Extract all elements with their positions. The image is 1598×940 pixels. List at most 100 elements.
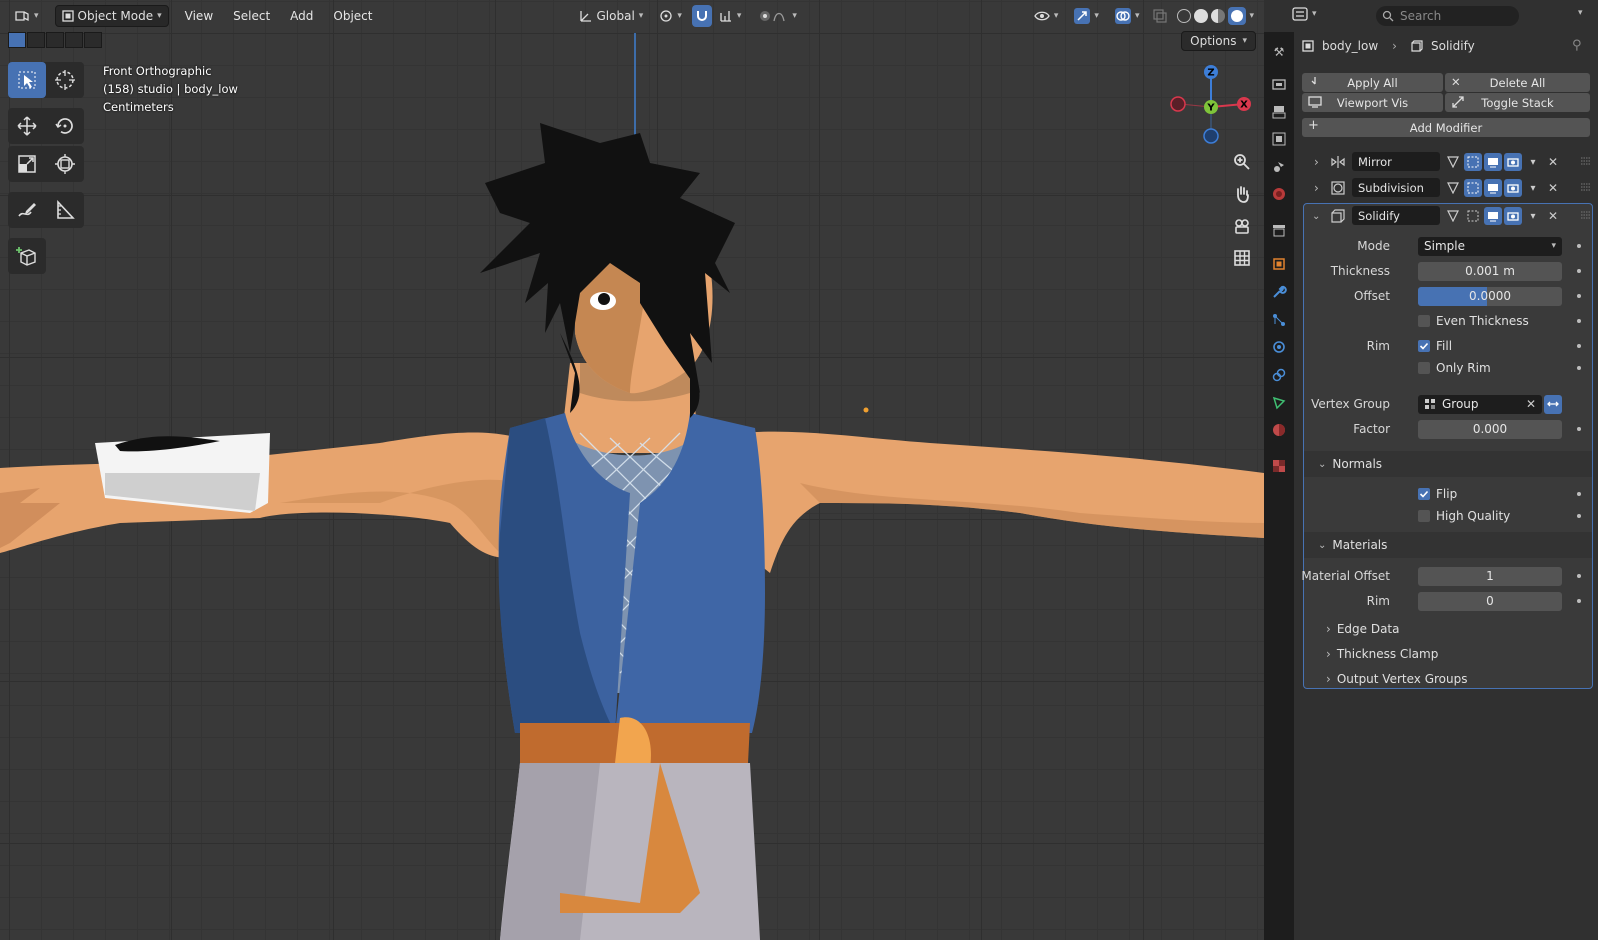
menu-object[interactable]: Object (325, 5, 380, 27)
toggle-stack-button[interactable]: Toggle Stack (1445, 93, 1590, 112)
keyframe-dot[interactable] (1577, 514, 1581, 518)
view-layer-tab-icon[interactable] (1269, 129, 1289, 149)
edit-mode-icon[interactable] (1464, 153, 1482, 171)
material-offset-field[interactable]: 1 (1418, 566, 1562, 586)
modifier-mirror-header[interactable]: › Mirror ▾ ✕ (1304, 150, 1591, 174)
rendered-shading-icon[interactable] (1228, 7, 1247, 25)
solid-shading-icon[interactable] (1194, 9, 1209, 23)
keyframe-dot[interactable] (1577, 344, 1581, 348)
keyframe-dot[interactable] (1577, 427, 1581, 431)
object-mode-dropdown[interactable]: Object Mode ▾ (54, 5, 169, 27)
viewport-vis-button[interactable]: Viewport Vis (1302, 93, 1443, 112)
keyframe-dot[interactable] (1577, 319, 1581, 323)
delete-all-button[interactable]: ✕ Delete All (1445, 73, 1590, 92)
select-extend-mode[interactable] (27, 32, 45, 48)
factor-field[interactable]: 0.000 (1418, 419, 1562, 439)
subdivision-name-field[interactable]: Subdivision (1352, 178, 1440, 197)
menu-add[interactable]: Add (282, 5, 321, 27)
modifier-solidify-header[interactable]: ⌄ Solidify ▾ ✕ (1304, 204, 1591, 228)
chevron-down-icon[interactable]: ▾ (1524, 179, 1542, 197)
character-model[interactable] (0, 33, 1264, 940)
even-thickness-checkbox[interactable] (1418, 315, 1430, 327)
drag-handle-icon[interactable] (1581, 210, 1591, 220)
wireframe-shading-icon[interactable] (1177, 9, 1192, 23)
menu-select[interactable]: Select (225, 5, 278, 27)
world-tab-icon[interactable] (1269, 184, 1289, 204)
xray-toggle[interactable] (1149, 5, 1171, 27)
measure-tool[interactable] (46, 192, 84, 228)
transform-orientation-dropdown[interactable]: Global ▾ (573, 5, 650, 27)
gizmo-toggle[interactable]: ▾ (1068, 5, 1105, 27)
keyframe-dot[interactable] (1577, 574, 1581, 578)
material-shading-icon[interactable] (1211, 9, 1226, 23)
rim-material-field[interactable]: 0 (1418, 591, 1562, 611)
fill-label[interactable]: Fill (1436, 339, 1452, 353)
flip-checkbox[interactable] (1418, 488, 1430, 500)
thickness-field[interactable]: 0.001 m (1418, 261, 1562, 281)
edit-mode-icon[interactable] (1464, 179, 1482, 197)
apply-all-button[interactable]: Apply All (1302, 73, 1443, 92)
mirror-name-field[interactable]: Mirror (1352, 152, 1440, 171)
shading-modes[interactable]: ▾ (1175, 5, 1256, 27)
realtime-icon[interactable] (1484, 207, 1502, 225)
chevron-down-icon[interactable]: ▾ (1524, 153, 1542, 171)
invert-vertex-group-toggle[interactable] (1544, 394, 1562, 414)
edge-data-subpanel-header[interactable]: › Edge Data (1326, 619, 1399, 639)
texture-tab-icon[interactable] (1269, 456, 1289, 476)
pan-button[interactable] (1228, 180, 1256, 208)
keyframe-dot[interactable] (1577, 244, 1581, 248)
fill-checkbox[interactable] (1418, 340, 1430, 352)
realtime-icon[interactable] (1484, 179, 1502, 197)
pivot-point-dropdown[interactable]: ▾ (653, 5, 688, 27)
edit-mode-icon[interactable] (1464, 207, 1482, 225)
normals-subpanel-header[interactable]: ⌄ Normals (1318, 454, 1382, 474)
flip-label[interactable]: Flip (1436, 487, 1457, 501)
properties-search[interactable]: Search (1376, 6, 1519, 26)
drag-handle-icon[interactable] (1581, 156, 1591, 166)
high-quality-label[interactable]: High Quality (1436, 509, 1510, 523)
keyframe-dot[interactable] (1577, 599, 1581, 603)
keyframe-dot[interactable] (1577, 294, 1581, 298)
select-box-tool[interactable] (8, 62, 46, 98)
select-invert-mode[interactable] (65, 32, 83, 48)
close-icon[interactable]: ✕ (1544, 207, 1562, 225)
close-icon[interactable]: ✕ (1544, 179, 1562, 197)
snap-toggle[interactable] (691, 5, 712, 27)
on-cage-icon[interactable] (1444, 207, 1462, 225)
move-tool[interactable] (8, 108, 46, 144)
render-camera-icon[interactable] (1504, 153, 1522, 171)
physics-tab-icon[interactable] (1269, 337, 1289, 357)
cursor-tool[interactable] (46, 62, 84, 98)
select-intersect-mode[interactable] (84, 32, 102, 48)
panel-options-dropdown[interactable]: ▾ (1578, 8, 1583, 18)
on-cage-icon[interactable] (1444, 153, 1462, 171)
visibility-dropdown[interactable]: ▾ (1028, 5, 1065, 27)
camera-view-button[interactable] (1228, 212, 1256, 240)
particles-tab-icon[interactable] (1269, 310, 1289, 330)
scene-tab-icon[interactable] (1269, 157, 1289, 177)
annotate-tool[interactable] (8, 192, 46, 228)
constraints-tab-icon[interactable] (1269, 365, 1289, 385)
select-subtract-mode[interactable] (46, 32, 64, 48)
solidify-name-field[interactable]: Solidify (1352, 206, 1440, 225)
modifier-tab-icon[interactable] (1269, 282, 1289, 302)
on-cage-icon[interactable] (1444, 179, 1462, 197)
keyframe-dot[interactable] (1577, 366, 1581, 370)
close-icon[interactable]: ✕ (1544, 153, 1562, 171)
drag-handle-icon[interactable] (1581, 182, 1591, 192)
options-dropdown[interactable]: Options ▾ (1181, 31, 1256, 51)
output-tab-icon[interactable] (1269, 102, 1289, 122)
editor-type-properties[interactable]: ▾ (1292, 7, 1317, 21)
ortho-toggle-button[interactable] (1228, 244, 1256, 272)
menu-view[interactable]: View (177, 5, 221, 27)
scale-tool[interactable] (8, 146, 46, 182)
materials-subpanel-header[interactable]: ⌄ Materials (1318, 535, 1387, 555)
only-rim-checkbox[interactable] (1418, 362, 1430, 374)
keyframe-dot[interactable] (1577, 269, 1581, 273)
rotate-tool[interactable] (46, 108, 84, 144)
vertex-group-field[interactable]: Group ✕ (1418, 394, 1542, 414)
editor-type-button[interactable]: ▾ (8, 5, 45, 27)
transform-tool[interactable] (46, 146, 84, 182)
expand-chevron-icon[interactable]: › (1314, 181, 1319, 195)
output-vertex-groups-subpanel-header[interactable]: › Output Vertex Groups (1326, 669, 1467, 689)
